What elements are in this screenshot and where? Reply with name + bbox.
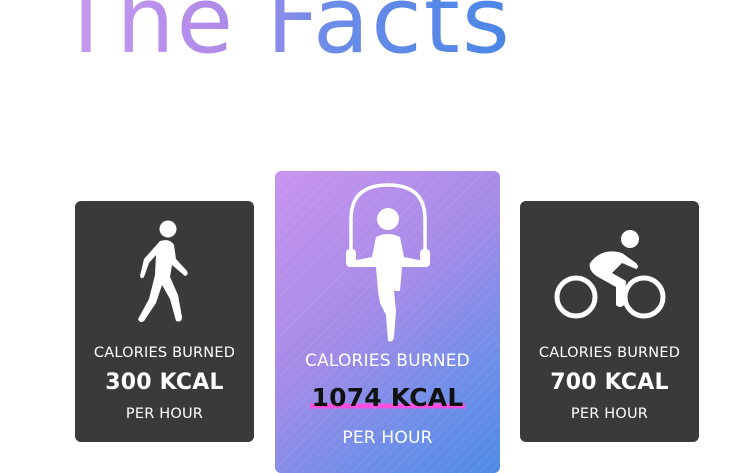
cycling-icon <box>520 219 699 327</box>
highlighted-value: 1074 KCAL <box>309 383 466 412</box>
card-jump-rope: CALORIES BURNED 1074 KCAL PER HOUR <box>275 171 500 473</box>
jump-rope-icon <box>275 179 500 344</box>
per-hour-label: PER HOUR <box>570 406 649 422</box>
calories-value: 1074 KCAL <box>275 383 500 412</box>
facts-section: The Facts CALORIES BURNED 300 KCAL PER H… <box>0 0 750 473</box>
section-heading: The Facts <box>58 0 512 71</box>
per-hour-label: PER HOUR <box>125 406 204 422</box>
calories-value: 300 KCAL <box>105 370 224 395</box>
calories-value: 700 KCAL <box>550 370 669 395</box>
calories-burned-label: CALORIES BURNED <box>305 351 470 371</box>
per-hour-label: PER HOUR <box>342 428 433 448</box>
walking-person-icon <box>75 219 254 327</box>
calories-burned-label: CALORIES BURNED <box>538 345 681 361</box>
calories-burned-label: CALORIES BURNED <box>93 345 236 361</box>
card-walking: CALORIES BURNED 300 KCAL PER HOUR <box>75 201 254 442</box>
card-cycling: CALORIES BURNED 700 KCAL PER HOUR <box>520 201 699 442</box>
